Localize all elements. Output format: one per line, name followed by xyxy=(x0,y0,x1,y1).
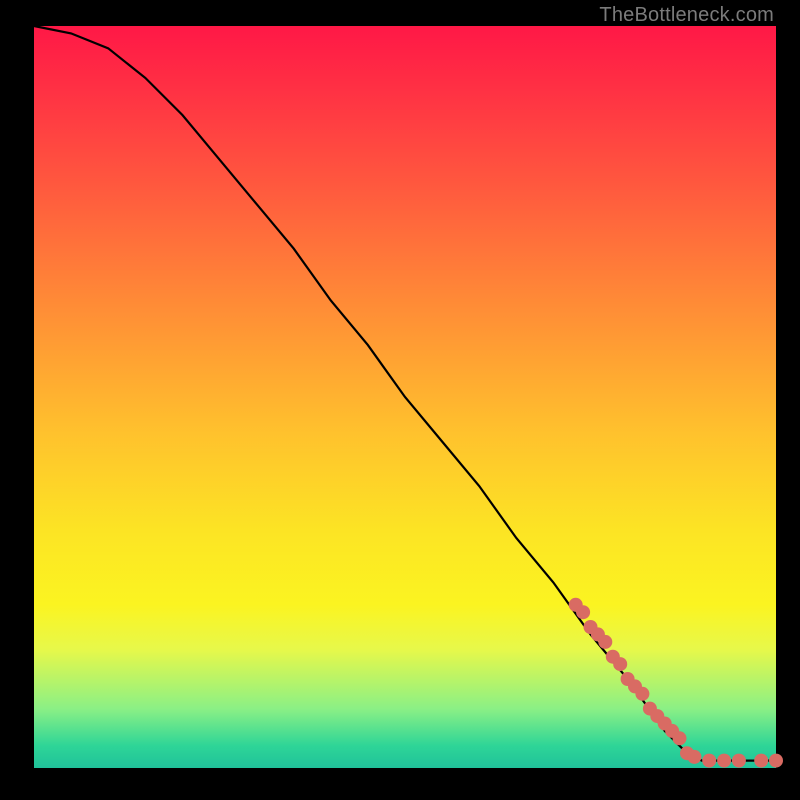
plot-area xyxy=(34,26,776,768)
data-points-group xyxy=(569,598,783,768)
data-point xyxy=(635,687,649,701)
data-point xyxy=(702,754,716,768)
data-point xyxy=(687,750,701,764)
data-point xyxy=(613,657,627,671)
data-point xyxy=(576,605,590,619)
data-point xyxy=(717,754,731,768)
bottleneck-curve xyxy=(34,26,776,761)
attribution-label: TheBottleneck.com xyxy=(599,4,774,27)
chart-frame: TheBottleneck.com xyxy=(0,0,800,800)
data-point xyxy=(769,754,783,768)
data-point xyxy=(598,635,612,649)
data-point xyxy=(732,754,746,768)
data-point xyxy=(754,754,768,768)
data-point xyxy=(673,731,687,745)
chart-svg xyxy=(34,26,776,768)
